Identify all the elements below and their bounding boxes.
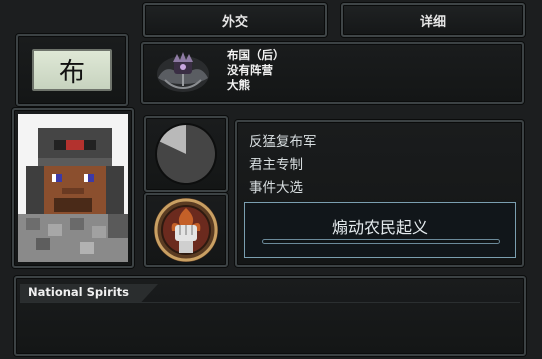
flag-character: 布 — [58, 57, 85, 88]
tab-diplomacy[interactable]: 外交 — [143, 3, 327, 37]
country-flag[interactable]: 布 — [32, 49, 112, 91]
tab-details[interactable]: 详细 — [341, 3, 525, 37]
government-type: 君主专制 — [249, 157, 303, 173]
tab-details-label: 详细 — [419, 14, 446, 30]
incite-uprising-button[interactable]: 煽动农民起义 — [244, 202, 516, 258]
flag-frame: 布 — [16, 34, 128, 106]
crown-emblem-icon[interactable] — [155, 50, 211, 96]
ruling-party: 反猛复布军 — [249, 134, 317, 150]
popularity-pie-chart[interactable] — [146, 118, 226, 190]
country-info-panel: 布国（后） 没有阵营 大熊 — [141, 42, 524, 104]
national-spirits-label: National Spirits — [28, 285, 130, 299]
leader-name: 大熊 — [227, 78, 250, 92]
election-type: 事件大选 — [249, 180, 303, 196]
decision-progress-bar — [262, 239, 500, 244]
national-spirits-panel: National Spirits — [14, 276, 526, 356]
leader-portrait-frame — [12, 108, 134, 268]
leader-portrait[interactable] — [18, 114, 128, 262]
popularity-pie-frame — [144, 116, 228, 192]
divider — [20, 302, 520, 303]
country-name: 布国（后） — [227, 48, 285, 62]
ideology-emblem-frame — [144, 193, 228, 267]
national-spirits-header: National Spirits — [20, 284, 158, 302]
faction-status: 没有阵营 — [227, 63, 273, 77]
decision-label: 煽动农民起义 — [331, 218, 428, 237]
tab-diplomacy-label: 外交 — [221, 14, 248, 30]
ideology-panel: 反猛复布军 君主专制 事件大选 煽动农民起义 — [235, 120, 524, 267]
raised-fist-icon[interactable] — [146, 195, 226, 265]
country-info-text: 布国（后） 没有阵营 大熊 — [227, 48, 285, 93]
